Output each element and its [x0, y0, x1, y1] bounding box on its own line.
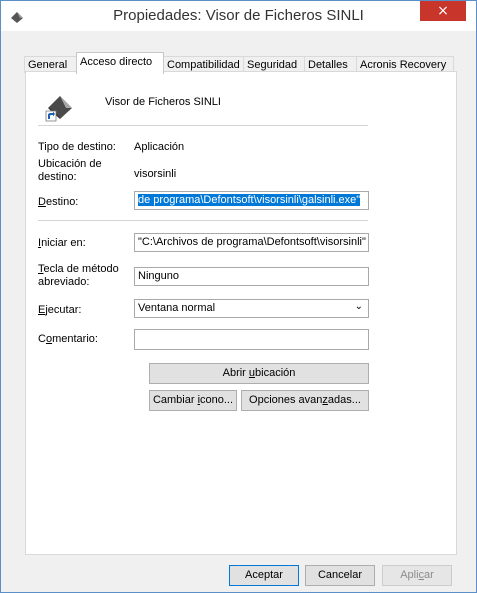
opciones-avanzadas-button[interactable]: Opciones avanzadas...	[241, 390, 369, 411]
tab-acceso-directo[interactable]: Acceso directo	[76, 52, 164, 74]
ubicacion-value: visorsinli	[134, 168, 177, 180]
destino-field[interactable]: de programa\Defontsoft\visorsinli\galsin…	[134, 191, 369, 210]
window-title: Propiedades: Visor de Ficheros SINLI	[113, 7, 364, 24]
destino-label: Destino:	[38, 196, 79, 208]
ejecutar-select[interactable]: Ventana normal ⌄	[134, 299, 369, 318]
destino-label-rest: estino:	[45, 196, 79, 208]
tipo-destino-value: Aplicación	[134, 141, 185, 153]
aplicar-button[interactable]: Aplicar	[382, 565, 452, 586]
comentario-field[interactable]	[134, 329, 369, 350]
tecla-label-line1: Tecla de método	[38, 263, 119, 275]
ubicacion-label-line1: Ubicación de	[38, 158, 102, 170]
iniciar-en-label: Iniciar en:	[38, 237, 86, 249]
shortcut-icon	[45, 96, 72, 122]
comentario-label: Comentario:	[38, 333, 98, 345]
title-bar: Propiedades: Visor de Ficheros SINLI ×	[1, 1, 476, 31]
divider-middle	[38, 220, 368, 221]
cambiar-icono-button[interactable]: Cambiar icono...	[149, 390, 237, 411]
ejecutar-value: Ventana normal	[138, 302, 216, 314]
close-button[interactable]: ×	[420, 1, 466, 21]
tipo-destino-label: Tipo de destino:	[38, 141, 116, 153]
abrir-ubicacion-button[interactable]: Abrir ubicación	[149, 363, 369, 384]
iniciar-en-field[interactable]: "C:\Archivos de programa\Defontsoft\viso…	[134, 233, 369, 252]
chevron-down-icon: ⌄	[354, 301, 363, 312]
destino-value: de programa\Defontsoft\visorsinli\galsin…	[138, 194, 361, 206]
shortcut-name: Visor de Ficheros SINLI	[105, 96, 221, 108]
ejecutar-label: Ejecutar:	[38, 304, 82, 316]
properties-dialog: Propiedades: Visor de Ficheros SINLI × G…	[0, 0, 477, 593]
aceptar-button[interactable]: Aceptar	[229, 565, 299, 586]
cancelar-button[interactable]: Cancelar	[305, 565, 375, 586]
ubicacion-label-line2: destino:	[38, 171, 77, 183]
divider-top	[38, 125, 368, 126]
tecla-label-line2: abreviado:	[38, 276, 90, 288]
tecla-field[interactable]: Ninguno	[134, 267, 369, 286]
